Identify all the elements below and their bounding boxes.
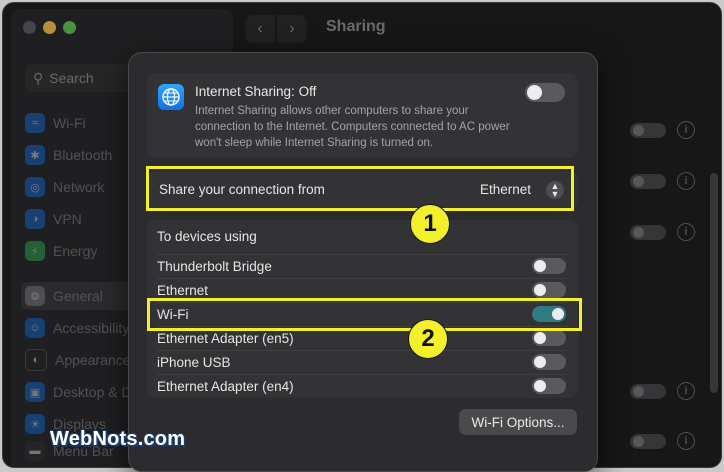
internet-sharing-title: Internet Sharing: Off [195, 84, 317, 99]
device-label: iPhone USB [157, 355, 231, 370]
device-label: Ethernet [157, 283, 209, 298]
device-label: Ethernet Adapter (en4) [157, 379, 294, 394]
watermark-logo: WebNots.com [50, 428, 186, 450]
device-row-iphone-usb: iPhone USB [147, 351, 578, 375]
device-toggle-iphone-usb[interactable] [532, 354, 566, 370]
device-label: Thunderbolt Bridge [157, 259, 272, 274]
device-toggle-ethernet-adapter-en5[interactable] [532, 330, 566, 346]
toggle-knob [534, 260, 546, 272]
device-toggle-ethernet[interactable] [532, 282, 566, 298]
internet-sharing-toggle[interactable] [525, 83, 565, 102]
callout-badge-2: 2 [408, 319, 448, 359]
toggle-knob [534, 380, 546, 392]
device-toggle-thunderbolt-bridge[interactable] [532, 258, 566, 274]
toggle-knob [527, 85, 542, 100]
device-toggle-ethernet-adapter-en4[interactable] [532, 378, 566, 394]
wifi-options-button[interactable]: Wi-Fi Options... [459, 409, 577, 435]
toggle-knob [534, 332, 546, 344]
highlight-share-from [146, 166, 574, 211]
device-label: Ethernet Adapter (en5) [157, 331, 294, 346]
device-row-ethernet-adapter-en4: Ethernet Adapter (en4) [147, 375, 578, 399]
internet-sharing-globe-icon [158, 84, 184, 110]
internet-sharing-description: Internet Sharing allows other computers … [195, 105, 510, 149]
devices-header: To devices using [157, 229, 257, 244]
highlight-wifi-row [147, 298, 582, 331]
internet-sharing-sheet: Internet Sharing: Off Internet Sharing a… [128, 52, 598, 472]
internet-sharing-card: Internet Sharing: Off Internet Sharing a… [147, 73, 578, 158]
callout-badge-1: 1 [410, 204, 450, 244]
toggle-knob [534, 356, 546, 368]
toggle-knob [534, 284, 546, 296]
device-row-thunderbolt-bridge: Thunderbolt Bridge [147, 255, 578, 279]
